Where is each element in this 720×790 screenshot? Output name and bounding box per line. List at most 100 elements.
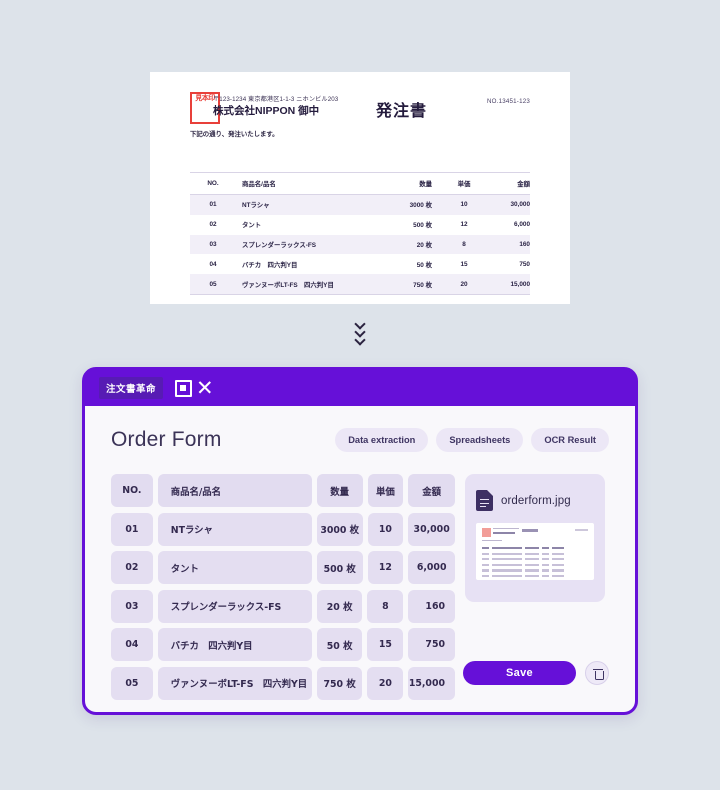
table-row: 01 NTラシャ 3000 枚 10 30,000 <box>111 512 455 546</box>
table-row: 03 スプレンダーラックス-FS 20 枚 8 160 <box>111 589 455 623</box>
cell-amount: 30,000 <box>484 194 530 215</box>
trash-icon-button[interactable] <box>585 661 609 685</box>
cell-amount: 15,000 <box>484 274 530 295</box>
table-header-row: NO. 商品名/品名 数量 単価 金額 <box>190 172 530 195</box>
cell-name: スプレンダーラックス-FS <box>236 234 386 255</box>
page-title: Order Form <box>111 428 222 451</box>
cell-name[interactable]: NTラシャ <box>157 512 312 546</box>
cell-amount[interactable]: 15,000 <box>408 666 455 700</box>
cell-amount[interactable]: 6,000 <box>408 551 455 584</box>
column-header-name: 商品名/品名 <box>236 172 386 195</box>
footer-actions: Save <box>463 661 609 685</box>
save-button[interactable]: Save <box>463 661 576 685</box>
table-row: 01 NTラシャ 3000 枚 10 30,000 <box>190 194 530 215</box>
cell-amount[interactable]: 750 <box>408 628 455 661</box>
cell-qty: 50 枚 <box>416 261 432 269</box>
tab-data-extraction[interactable]: Data extraction <box>335 428 429 452</box>
cell-name: NTラシャ <box>236 194 386 215</box>
cell-amount: 160 <box>484 234 530 255</box>
column-header-no: NO. <box>111 474 153 507</box>
cell-no: 01 <box>190 194 236 215</box>
table-row: 04 バチカ 四六判Y目 50 枚 15 750 <box>111 628 455 661</box>
logo-d-icon <box>175 379 193 397</box>
cell-name[interactable]: ヴァンヌーボLT-FS 四六判Y目 <box>157 666 312 700</box>
brand-badge: 注文書革命 <box>99 377 164 399</box>
thumbnail-line <box>482 540 502 542</box>
scanned-document-header: 見本印 〒123-1234 東京都港区1-1-3 ニホンビル203 株式会社NI… <box>190 92 530 140</box>
column-header-no: NO. <box>190 172 236 195</box>
cell-price[interactable]: 20 <box>367 666 404 700</box>
cell-name: タント <box>242 222 262 230</box>
document-file-icon <box>476 490 493 511</box>
cell-name: ヴァンヌーボLT-FS 四六判Y目 <box>236 274 386 295</box>
column-header-qty: 数量 <box>386 172 444 195</box>
cell-no: 05 <box>190 274 236 295</box>
file-preview-panel[interactable]: orderform.jpg <box>465 474 605 602</box>
thumbnail-stamp-icon <box>482 528 491 537</box>
chevron-down-icon <box>355 336 366 343</box>
cell-price[interactable]: 8 <box>367 589 404 623</box>
view-tabs: Data extraction Spreadsheets OCR Result <box>335 428 609 452</box>
file-name-label: orderform.jpg <box>501 494 571 507</box>
cell-qty[interactable]: 750 枚 <box>316 666 363 700</box>
logo-x-mark: ✕ <box>196 376 214 400</box>
cell-amount[interactable]: 30,000 <box>408 512 455 546</box>
table-row: 02 タント 500 枚 12 6,000 <box>190 215 530 235</box>
cell-no: 02 <box>209 221 217 229</box>
column-header-price: 単価 <box>444 172 484 195</box>
dx-logo: ✕ <box>175 376 214 400</box>
table-row: 05 ヴァンヌーボLT-FS 四六判Y目 750 枚 20 15,000 <box>111 666 455 700</box>
tab-spreadsheets[interactable]: Spreadsheets <box>436 428 524 452</box>
scanned-document-sheet: 見本印 〒123-1234 東京都港区1-1-3 ニホンビル203 株式会社NI… <box>150 72 570 304</box>
cell-qty: 3000 枚 <box>386 194 444 215</box>
table-row: 03 スプレンダーラックス-FS 20 枚 8 160 <box>190 234 530 255</box>
column-header-amount: 金額 <box>484 172 530 195</box>
cell-no[interactable]: 01 <box>111 512 153 546</box>
cell-no[interactable]: 05 <box>111 666 153 700</box>
file-preview-header: orderform.jpg <box>476 490 594 511</box>
table-row: 05 ヴァンヌーボLT-FS 四六判Y目 750 枚 20 15,000 <box>190 274 530 295</box>
app-window: 注文書革命 ✕ Order Form Data extraction Sprea… <box>82 367 638 715</box>
app-title-row: Order Form Data extraction Spreadsheets … <box>111 428 609 452</box>
cell-name[interactable]: バチカ 四六判Y目 <box>157 628 312 661</box>
cell-name[interactable]: スプレンダーラックス-FS <box>157 589 312 623</box>
document-company-line: 株式会社NIPPON 御中 <box>213 105 320 117</box>
cell-no: 04 <box>209 260 217 268</box>
cell-name[interactable]: タント <box>157 551 312 584</box>
cell-price: 20 <box>444 274 484 295</box>
cell-qty[interactable]: 50 枚 <box>316 628 363 661</box>
cell-qty[interactable]: 20 枚 <box>316 589 363 623</box>
cell-qty[interactable]: 500 枚 <box>316 551 363 584</box>
column-header-name: 商品名/品名 <box>157 474 312 507</box>
extracted-data-table: NO. 商品名/品名 数量 単価 金額 01 NTラシャ 3000 枚 10 3… <box>111 474 455 705</box>
tab-ocr-result[interactable]: OCR Result <box>531 428 609 452</box>
app-header: 注文書革命 ✕ <box>85 370 635 406</box>
cell-price: 15 <box>460 260 468 268</box>
file-thumbnail[interactable] <box>476 523 594 580</box>
cell-name: バチカ 四六判Y目 <box>242 261 298 269</box>
cell-no[interactable]: 02 <box>111 551 153 584</box>
table-row: 04 バチカ 四六判Y目 50 枚 15 750 <box>190 254 530 274</box>
cell-amount[interactable]: 160 <box>408 589 455 623</box>
cell-qty: 20 枚 <box>386 234 444 255</box>
table-row: 02 タント 500 枚 12 6,000 <box>111 551 455 584</box>
cell-amount: 6,000 <box>514 221 530 229</box>
thumbnail-line <box>493 528 519 530</box>
cell-no[interactable]: 04 <box>111 628 153 661</box>
column-header-qty: 数量 <box>316 474 363 507</box>
cell-no[interactable]: 03 <box>111 589 153 623</box>
flow-divider <box>0 320 720 343</box>
cell-price: 12 <box>460 221 468 229</box>
thumbnail-number-block <box>575 529 588 531</box>
cell-price[interactable]: 10 <box>367 512 404 546</box>
cell-price[interactable]: 12 <box>367 551 404 584</box>
column-header-amount: 金額 <box>408 474 455 507</box>
cell-price[interactable]: 15 <box>367 628 404 661</box>
cell-no: 03 <box>190 234 236 255</box>
cell-qty: 750 枚 <box>386 274 444 295</box>
table-header-row: NO. 商品名/品名 数量 単価 金額 <box>111 474 455 507</box>
cell-amount: 750 <box>519 260 530 268</box>
cell-qty[interactable]: 3000 枚 <box>316 512 363 546</box>
document-note: 下記の通り、発注いたします。 <box>190 131 279 138</box>
column-header-price: 単価 <box>367 474 404 507</box>
